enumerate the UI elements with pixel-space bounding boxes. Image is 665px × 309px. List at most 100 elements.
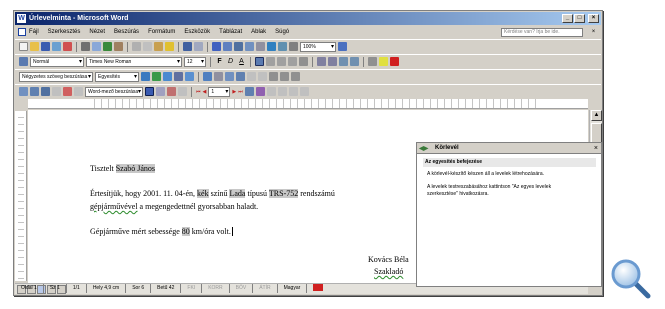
italic-icon[interactable]: D bbox=[226, 58, 235, 65]
minimize-button[interactable]: _ bbox=[562, 14, 573, 23]
task-pane-close-icon[interactable]: × bbox=[594, 143, 598, 154]
line-spacing-icon[interactable] bbox=[299, 57, 308, 66]
menu-insert[interactable]: Beszúrás bbox=[114, 29, 139, 35]
undo-icon[interactable] bbox=[183, 42, 192, 51]
font-color-icon[interactable] bbox=[390, 57, 399, 66]
menu-table[interactable]: Táblázat bbox=[219, 29, 242, 35]
drawing-icon[interactable] bbox=[267, 42, 276, 51]
scroll-up-icon[interactable]: ▲ bbox=[591, 110, 602, 121]
scroll-thumb[interactable] bbox=[591, 123, 602, 143]
merge-rules-icon[interactable] bbox=[163, 72, 172, 81]
match-fields-icon[interactable] bbox=[174, 72, 183, 81]
insert-excel-icon[interactable] bbox=[245, 42, 254, 51]
check-errors-icon[interactable] bbox=[225, 72, 234, 81]
find-record-icon[interactable] bbox=[244, 87, 254, 96]
view-merged-data-icon[interactable] bbox=[203, 72, 212, 81]
help-icon[interactable] bbox=[338, 42, 347, 51]
bullets-icon[interactable] bbox=[328, 57, 337, 66]
merge-data-icon[interactable] bbox=[291, 72, 300, 81]
merge-email-icon[interactable] bbox=[288, 87, 298, 96]
status-ovr[interactable]: ÁTÍR bbox=[253, 284, 278, 293]
open-data-source-icon[interactable] bbox=[30, 87, 39, 96]
menu-edit[interactable]: Szerkesztés bbox=[48, 29, 81, 35]
merge-to-printer-icon[interactable] bbox=[247, 72, 256, 81]
maximize-button[interactable]: □ bbox=[574, 14, 585, 23]
research-icon[interactable] bbox=[114, 42, 123, 51]
merge-field-plate[interactable]: TRS-752 bbox=[268, 189, 299, 198]
first-record-icon[interactable]: ⏮ bbox=[196, 89, 201, 95]
status-ext[interactable]: BŐV bbox=[230, 284, 254, 293]
word-app-icon[interactable]: W bbox=[17, 14, 26, 23]
document-icon[interactable] bbox=[18, 28, 26, 36]
spelling-status-icon[interactable] bbox=[307, 284, 329, 293]
magnifier-icon[interactable] bbox=[609, 257, 651, 299]
highlight-fields-icon[interactable] bbox=[214, 72, 223, 81]
insert-address-block-select[interactable]: Négyzetes szöveg beszúrása bbox=[19, 71, 93, 82]
highlight-merge-fields-icon[interactable] bbox=[156, 87, 165, 96]
show-hide-icon[interactable] bbox=[289, 42, 298, 51]
insert-table-icon[interactable] bbox=[234, 42, 243, 51]
hyperlink-icon[interactable] bbox=[212, 42, 221, 51]
print-preview-icon[interactable] bbox=[92, 42, 101, 51]
merge-printer-icon[interactable] bbox=[277, 87, 287, 96]
menu-view[interactable]: Nézet bbox=[89, 29, 105, 35]
columns-icon[interactable] bbox=[256, 42, 265, 51]
merge-new-doc-icon[interactable] bbox=[266, 87, 276, 96]
spelling-icon[interactable] bbox=[103, 42, 112, 51]
insert-word-field-select[interactable]: Word-mező beszúrása bbox=[85, 86, 143, 97]
merge-fields-select[interactable]: Egyesítés bbox=[95, 71, 139, 82]
previous-record-icon[interactable]: ◀ bbox=[203, 89, 207, 95]
border-icon[interactable] bbox=[368, 57, 377, 66]
open-folder-icon[interactable] bbox=[30, 42, 39, 51]
new-document-icon[interactable] bbox=[19, 42, 28, 51]
format-painter-icon[interactable] bbox=[165, 42, 174, 51]
greeting-line-icon[interactable] bbox=[141, 72, 150, 81]
help-search-input[interactable]: Kérdése van? Írja be ide. bbox=[501, 28, 583, 37]
insert-merge-field-icon[interactable] bbox=[74, 87, 83, 96]
insert-field-icon[interactable] bbox=[152, 72, 161, 81]
decrease-indent-icon[interactable] bbox=[339, 57, 348, 66]
highlight-icon[interactable] bbox=[379, 57, 388, 66]
font-size-select[interactable]: 12 bbox=[184, 56, 206, 67]
document-close-icon[interactable]: × bbox=[589, 28, 598, 36]
zoom-select[interactable]: 100% bbox=[300, 41, 336, 52]
print-icon[interactable] bbox=[81, 42, 90, 51]
merge-field-speed[interactable]: 80 bbox=[181, 227, 190, 236]
status-trk[interactable]: KORR bbox=[202, 284, 230, 293]
underline-icon[interactable]: A bbox=[237, 58, 246, 65]
merge-field-name[interactable]: Szabó János bbox=[115, 164, 156, 173]
view-merged-icon[interactable] bbox=[145, 87, 154, 96]
menu-window[interactable]: Ablak bbox=[251, 29, 266, 35]
align-center-icon[interactable] bbox=[266, 57, 275, 66]
permission-icon[interactable] bbox=[52, 42, 61, 51]
vertical-ruler[interactable] bbox=[15, 111, 27, 281]
next-record-icon[interactable]: ▶ bbox=[232, 89, 236, 95]
copy-icon[interactable] bbox=[143, 42, 152, 51]
propagate-icon[interactable] bbox=[178, 87, 187, 96]
merge-to-new-document-icon[interactable] bbox=[236, 72, 245, 81]
insert-address-icon[interactable] bbox=[52, 87, 61, 96]
last-record-icon[interactable]: ⏭ bbox=[238, 89, 243, 95]
insert-greeting-icon[interactable] bbox=[63, 87, 72, 96]
main-document-setup-icon[interactable] bbox=[19, 87, 28, 96]
task-pane-nav-icon[interactable]: ◀▶ bbox=[419, 144, 428, 155]
paste-icon[interactable] bbox=[154, 42, 163, 51]
menu-format[interactable]: Formátum bbox=[148, 29, 175, 35]
justify-icon[interactable] bbox=[288, 57, 297, 66]
align-right-icon[interactable] bbox=[277, 57, 286, 66]
cut-icon[interactable] bbox=[132, 42, 141, 51]
email-icon[interactable] bbox=[63, 42, 72, 51]
close-button[interactable]: × bbox=[588, 14, 599, 23]
horizontal-ruler[interactable] bbox=[28, 99, 588, 109]
record-number-input[interactable]: 1 bbox=[208, 86, 231, 97]
merge-field-make[interactable]: Lada bbox=[229, 189, 246, 198]
status-rec[interactable]: FKI bbox=[181, 284, 203, 293]
styles-icon[interactable] bbox=[19, 57, 28, 66]
merge-to-email-icon[interactable] bbox=[258, 72, 267, 81]
propagate-labels-icon[interactable] bbox=[185, 72, 194, 81]
tables-borders-icon[interactable] bbox=[223, 42, 232, 51]
title-bar[interactable]: W Úrlevelminta - Microsoft Word _ □ × bbox=[15, 12, 601, 25]
merge-to-fax-icon[interactable] bbox=[269, 72, 278, 81]
bold-icon[interactable]: F bbox=[215, 58, 224, 65]
recipients-icon[interactable] bbox=[41, 87, 50, 96]
